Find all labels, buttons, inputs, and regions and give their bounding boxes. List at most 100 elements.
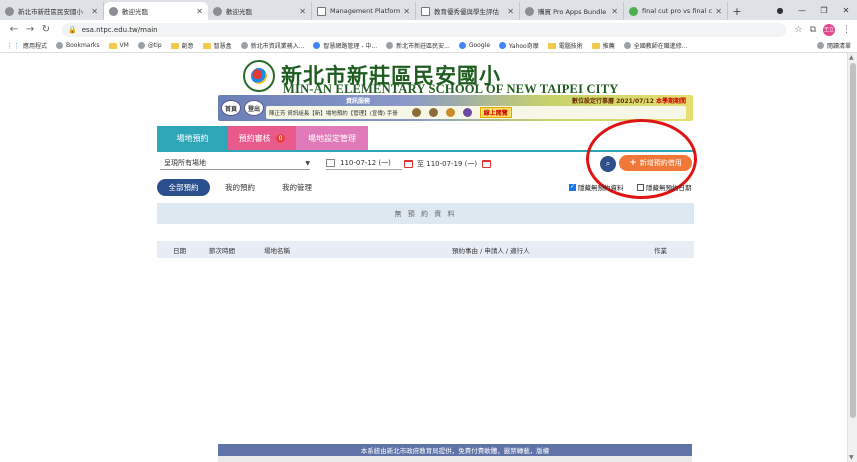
tab-booking-review[interactable]: 預約審核 0 xyxy=(228,126,296,150)
close-icon[interactable]: ✕ xyxy=(611,7,618,16)
subtab-all-bookings[interactable]: 全部預約 xyxy=(157,179,210,196)
calendar-icon[interactable] xyxy=(481,159,491,168)
scrollbar-thumb[interactable] xyxy=(850,63,856,418)
tool-icon[interactable] xyxy=(428,108,438,117)
bookmark-item[interactable]: 全國教師在職進修... xyxy=(623,41,687,50)
tool-icon[interactable] xyxy=(445,108,455,117)
tab-search-icon[interactable]: ● xyxy=(769,6,791,15)
close-icon[interactable]: ✕ xyxy=(403,7,410,16)
close-window-icon[interactable]: ✕ xyxy=(835,6,857,15)
browser-tab[interactable]: Management Platform ✕ xyxy=(312,2,416,20)
close-icon[interactable]: ✕ xyxy=(299,7,306,16)
star-icon[interactable]: ☆ xyxy=(794,25,802,35)
close-icon[interactable]: ✕ xyxy=(196,7,203,16)
avatar[interactable]: 王立 xyxy=(823,23,835,36)
column-header-reason: 預約事由 / 申請人 / 適行人 xyxy=(452,247,530,255)
maximize-icon[interactable]: ❐ xyxy=(813,6,835,15)
search-engine-icon xyxy=(629,6,638,16)
bookmark-folder[interactable]: VM xyxy=(108,42,129,49)
scroll-down-icon[interactable]: ▼ xyxy=(849,454,854,461)
folder-icon xyxy=(108,42,117,49)
google-icon xyxy=(458,42,466,49)
footer: 本系統由新北市政府教育局提供，免費付費軟體，嚴禁轉載，版權 xyxy=(218,444,692,456)
document-icon xyxy=(317,6,326,16)
scroll-up-icon[interactable]: ▲ xyxy=(849,54,854,61)
service-label: 資訊服務 xyxy=(346,98,371,105)
folder-icon xyxy=(591,42,600,49)
extensions-icon[interactable]: ⧉ xyxy=(810,25,816,35)
globe-icon xyxy=(213,6,222,16)
hide-no-booking-checkbox[interactable]: 隱藏無預約資料 xyxy=(569,182,624,192)
calendar-icon xyxy=(326,159,335,167)
bookmark-item[interactable]: 新北市新莊區民安... xyxy=(386,41,450,50)
browser-tab-active[interactable]: 歡迎光臨 ✕ xyxy=(104,2,208,20)
user-info-bar: 陳正芳 資訊組長【新】場地預約【管理】(宣傳) 手冊 線上閱覽 xyxy=(266,106,686,119)
menu-icon[interactable]: ⋮ xyxy=(842,25,851,35)
tab-venue-settings[interactable]: 場地設定管理 xyxy=(296,126,368,150)
bookmark-folder[interactable]: 推薦 xyxy=(591,41,615,50)
folder-icon xyxy=(547,42,556,49)
lock-icon[interactable]: 🔒 xyxy=(68,26,77,34)
calendar-info: 數位設定行事曆 2021/07/12 本學期期間 xyxy=(572,98,686,105)
browser-tab[interactable]: 新北市新莊區民安國小 ✕ xyxy=(0,2,104,20)
column-header-date: 日期 xyxy=(173,247,186,255)
banner-strip: 資訊服務 數位設定行事曆 2021/07/12 本學期期間 xyxy=(266,96,686,105)
star-icon xyxy=(56,42,64,49)
bookmark-item[interactable]: Yahoo奇摩 xyxy=(499,41,539,50)
bookmark-item[interactable]: Bookmarks xyxy=(56,42,100,49)
browser-tab[interactable]: 教育優秀優與學生評估 ✕ xyxy=(416,2,520,20)
new-tab-button[interactable]: + xyxy=(728,2,746,20)
globe-icon xyxy=(623,42,631,49)
venue-select[interactable]: 呈現所有場地 ▼ xyxy=(160,157,310,170)
apps-grid-icon: ⋮⋮ xyxy=(6,41,20,50)
reading-list[interactable]: 閱讀清單 xyxy=(816,41,851,50)
forward-icon[interactable]: → xyxy=(22,24,38,35)
bookmark-item[interactable]: 新北市資訊業務入... xyxy=(240,41,304,50)
table-header: 日期 節次時間 場地名稱 預約事由 / 申請人 / 適行人 作業 xyxy=(157,241,694,258)
close-icon[interactable]: ✕ xyxy=(715,7,722,16)
home-button[interactable]: 首頁 xyxy=(221,100,241,116)
footer-strip xyxy=(218,456,692,462)
tool-icon[interactable] xyxy=(411,108,421,117)
bookmark-folder[interactable]: 電腦技術 xyxy=(547,41,583,50)
online-view-button[interactable]: 線上閱覽 xyxy=(479,107,512,118)
tab-venue-booking[interactable]: 場地預約 xyxy=(157,126,228,150)
hide-no-booking-days-checkbox[interactable]: 隱藏無預約日期 xyxy=(637,182,692,192)
bookmark-folder[interactable]: 創意 xyxy=(170,41,194,50)
bookmark-apps[interactable]: ⋮⋮ 應用程式 xyxy=(6,41,47,51)
document-icon xyxy=(421,6,430,16)
url-input[interactable]: 🔒 esa.ntpc.edu.tw/main xyxy=(62,22,787,37)
chevron-down-icon: ▼ xyxy=(305,159,310,167)
date-from-field[interactable]: 110-07-12 (一) xyxy=(326,157,402,170)
globe-icon xyxy=(240,42,248,49)
bookmark-item[interactable]: Google xyxy=(458,42,490,49)
browser-tab[interactable]: final cut pro vs final c ✕ xyxy=(624,2,728,20)
tool-icons xyxy=(411,108,472,117)
subtab-my-management[interactable]: 我的管理 xyxy=(275,179,319,196)
date-to-field[interactable]: 至 110-07-19 (一) xyxy=(404,157,506,170)
folder-icon xyxy=(202,42,211,49)
yahoo-icon xyxy=(499,42,507,49)
logout-button[interactable]: 登出 xyxy=(244,100,264,116)
globe-icon xyxy=(525,6,534,16)
close-icon[interactable]: ✕ xyxy=(507,7,514,16)
bookmarks-bar: ⋮⋮ 應用程式 Bookmarks VM @tip 創意 智慧盒 新北市資訊業務入… xyxy=(0,39,857,53)
browser-tab[interactable]: 購買 Pro Apps Bundle ✕ xyxy=(520,2,624,20)
school-logo-icon xyxy=(243,60,275,92)
browser-tab[interactable]: 歡迎光臨 ✕ xyxy=(208,2,312,20)
info-icon[interactable] xyxy=(462,108,472,117)
bookmark-item[interactable]: @tip xyxy=(137,42,162,49)
reload-icon[interactable]: ↻ xyxy=(38,24,54,35)
globe-icon xyxy=(313,42,321,49)
bookmark-folder[interactable]: 智慧盒 xyxy=(202,41,232,50)
bookmark-item[interactable]: 智慧網路管理 - 中... xyxy=(313,41,377,50)
user-info: 陳正芳 資訊組長【新】場地預約【管理】(宣傳) 手冊 xyxy=(269,110,398,117)
page-scrollbar[interactable]: ▲ ▼ xyxy=(847,53,857,462)
column-header-venue: 場地名稱 xyxy=(264,247,290,255)
header-banner: 首頁 登出 資訊服務 數位設定行事曆 2021/07/12 本學期期間 陳正芳 … xyxy=(218,95,693,121)
back-icon[interactable]: ← xyxy=(6,24,22,35)
minimize-icon[interactable]: — xyxy=(791,6,813,15)
close-icon[interactable]: ✕ xyxy=(91,7,98,16)
subtab-my-bookings[interactable]: 我的預約 xyxy=(218,179,262,196)
reading-list-icon xyxy=(816,42,824,49)
